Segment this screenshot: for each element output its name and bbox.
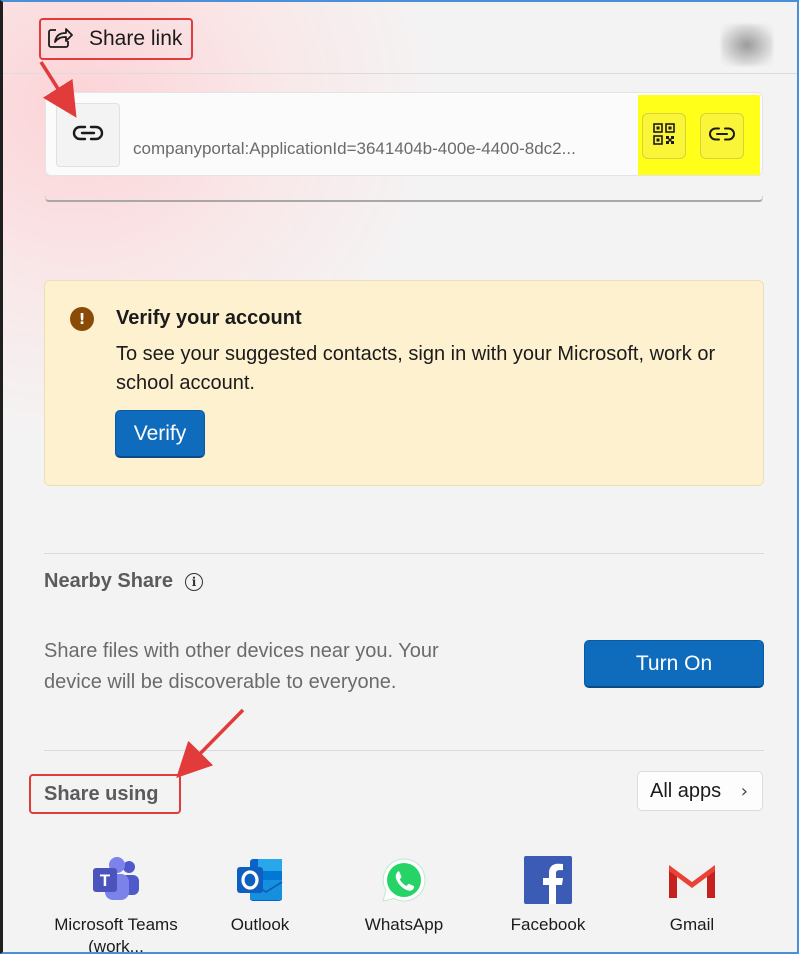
whatsapp-icon xyxy=(339,854,469,906)
all-apps-label: All apps xyxy=(650,779,722,802)
nearby-share-description: Share files with other devices near you.… xyxy=(44,640,439,693)
app-label: Microsoft Teams (work... xyxy=(54,915,178,954)
qr-code-icon xyxy=(653,122,675,150)
verify-button[interactable]: Verify xyxy=(115,410,205,458)
share-using-annotation-box: Share using xyxy=(29,774,181,814)
app-label: Outlook xyxy=(230,915,290,934)
turn-on-button[interactable]: Turn On xyxy=(584,640,764,688)
link-icon-tile xyxy=(56,103,120,167)
app-label: Gmail xyxy=(669,915,715,934)
app-label: WhatsApp xyxy=(364,915,444,934)
outlook-icon xyxy=(195,854,325,906)
arrow-to-share-using xyxy=(176,708,245,778)
share-dialog: Share link companyportal:ApplicationId=3… xyxy=(0,0,799,954)
link-card-scroll-edge xyxy=(45,196,763,202)
app-whatsapp[interactable]: WhatsApp xyxy=(339,854,469,936)
verify-account-banner: ! Verify your account To see your sugges… xyxy=(44,280,764,486)
svg-text:T: T xyxy=(100,871,111,890)
link-card: companyportal:ApplicationId=3641404b-400… xyxy=(45,92,763,176)
qr-code-button[interactable] xyxy=(642,113,686,159)
share-using-title: Share using xyxy=(44,783,159,805)
teams-icon: T xyxy=(51,854,181,906)
app-gmail[interactable]: Gmail xyxy=(627,854,757,936)
dialog-header: Share link xyxy=(3,2,797,74)
app-label: Facebook xyxy=(510,915,586,934)
avatar[interactable] xyxy=(721,24,773,66)
info-icon[interactable]: i xyxy=(184,572,203,591)
warning-icon: ! xyxy=(70,307,94,331)
all-apps-button[interactable]: All apps › xyxy=(637,771,763,811)
gmail-icon xyxy=(627,854,757,906)
divider xyxy=(44,553,764,554)
copy-link-button[interactable] xyxy=(700,113,744,159)
share-icon xyxy=(47,25,73,54)
verify-description: To see your suggested contacts, sign in … xyxy=(116,343,716,394)
dialog-title: Share link xyxy=(89,27,183,50)
app-facebook[interactable]: Facebook xyxy=(483,854,613,936)
link-url-text: companyportal:ApplicationId=3641404b-400… xyxy=(133,139,576,158)
verify-title: Verify your account xyxy=(116,307,302,329)
facebook-icon xyxy=(483,854,613,906)
link-icon xyxy=(708,126,736,147)
app-outlook[interactable]: Outlook xyxy=(195,854,325,936)
chevron-right-icon: › xyxy=(740,781,748,802)
link-icon xyxy=(71,124,105,147)
nearby-share-heading: Nearby Share i xyxy=(44,570,203,593)
app-teams[interactable]: T Microsoft Teams (work... xyxy=(51,854,181,954)
share-link-annotation-box: Share link xyxy=(39,18,193,60)
nearby-share-title: Nearby Share xyxy=(44,570,173,592)
highlight-annotation xyxy=(638,95,760,175)
divider xyxy=(44,750,764,751)
